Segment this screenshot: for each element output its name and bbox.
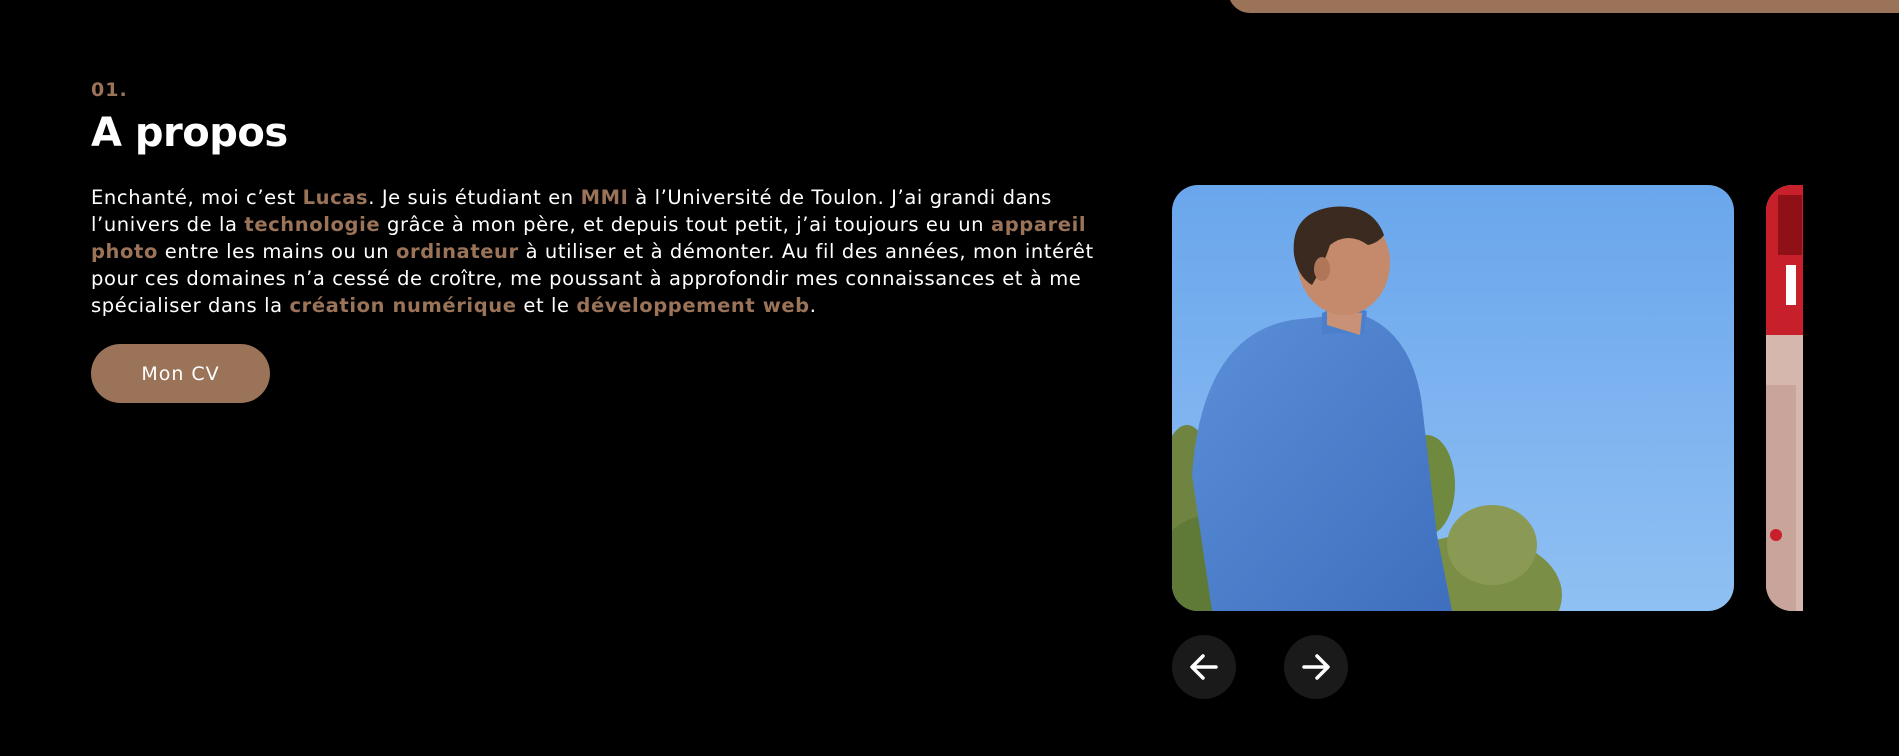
intro-text: . — [809, 294, 817, 317]
intro-highlight: développement web — [576, 294, 810, 317]
intro-highlight: ordinateur — [396, 240, 519, 263]
intro-text: Enchanté, moi c’est — [91, 186, 303, 209]
intro-highlight: MMI — [580, 186, 629, 209]
intro-highlight: technologie — [244, 213, 381, 236]
intro-highlight: création numérique — [289, 294, 517, 317]
photo-carousel[interactable] — [1172, 185, 1803, 611]
arrow-right-icon — [1302, 654, 1330, 680]
intro-text: grâce à mon père, et depuis tout petit, … — [380, 213, 991, 236]
next-photo — [1766, 185, 1803, 611]
arrow-left-icon — [1190, 654, 1218, 680]
carousel-next-button[interactable] — [1284, 635, 1348, 699]
intro-text: . Je suis étudiant en — [368, 186, 581, 209]
intro-text: entre les mains ou un — [157, 240, 397, 263]
cv-button[interactable]: Mon CV — [91, 344, 270, 403]
carousel-prev-button[interactable] — [1172, 635, 1236, 699]
carousel-slide-next — [1766, 185, 1803, 611]
intro-highlight: Lucas — [302, 186, 369, 209]
section-number: 01. — [91, 79, 128, 101]
section-title: A propos — [91, 110, 288, 156]
carousel-slide-portrait — [1172, 185, 1734, 611]
intro-text: et le — [516, 294, 577, 317]
portrait-photo — [1172, 185, 1734, 611]
intro-paragraph: Enchanté, moi c’est Lucas. Je suis étudi… — [91, 184, 1131, 319]
header-bar — [1228, 0, 1899, 13]
